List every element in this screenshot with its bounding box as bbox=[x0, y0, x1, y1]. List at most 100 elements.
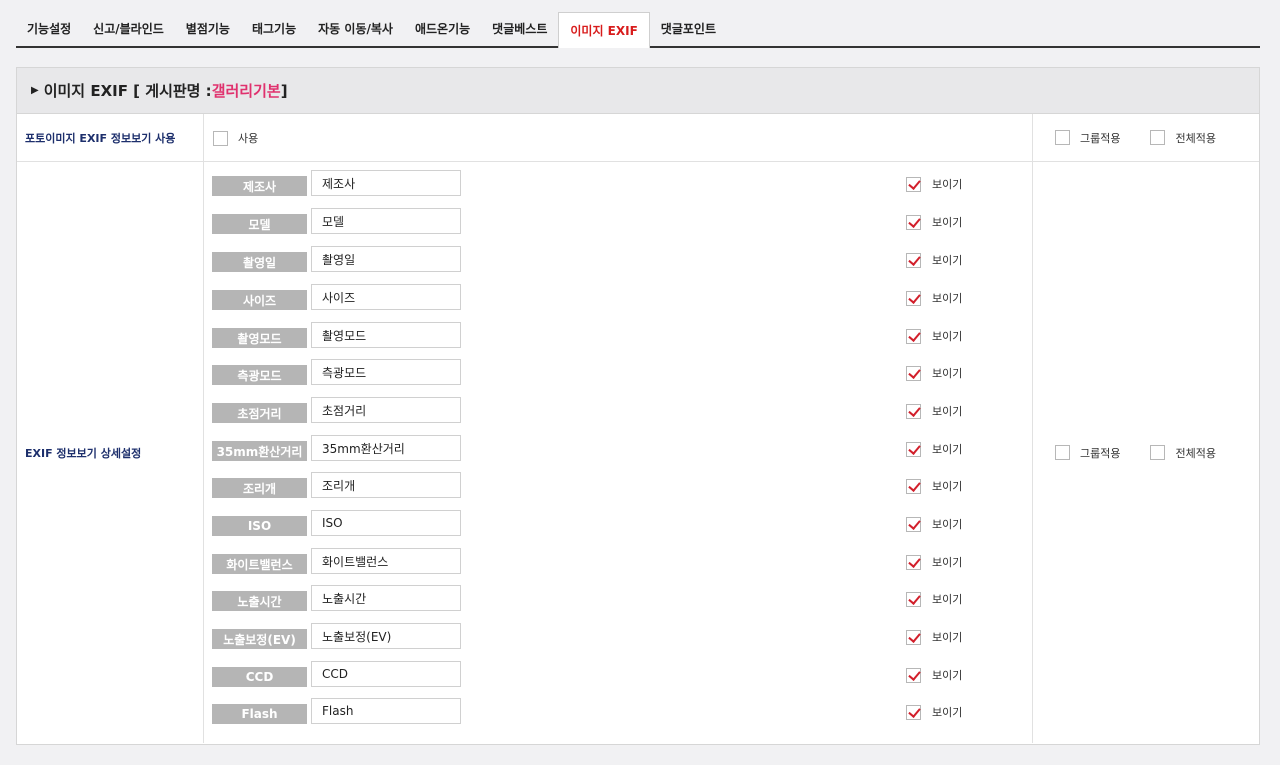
exif-show-option[interactable]: 보이기 bbox=[906, 290, 962, 306]
tab-comment-points[interactable]: 댓글포인트 bbox=[650, 12, 727, 46]
exif-show-checkbox[interactable] bbox=[906, 176, 921, 192]
exif-field-row: 촬영모드 보이기 bbox=[212, 322, 972, 348]
exif-show-label: 보이기 bbox=[932, 178, 963, 191]
exif-show-checkbox[interactable] bbox=[906, 629, 921, 645]
exif-field-input[interactable] bbox=[311, 322, 461, 348]
tab-image-exif[interactable]: 이미지 EXIF bbox=[558, 12, 650, 48]
exif-show-checkbox[interactable] bbox=[906, 667, 921, 683]
exif-show-option[interactable]: 보이기 bbox=[906, 328, 962, 344]
exif-show-checkbox[interactable] bbox=[906, 252, 921, 268]
exif-field-tag: 제조사 bbox=[212, 176, 307, 196]
exif-show-checkbox[interactable] bbox=[906, 441, 921, 457]
exif-field-input[interactable] bbox=[311, 435, 461, 461]
exif-show-checkbox[interactable] bbox=[906, 328, 921, 344]
exif-use-checkbox[interactable] bbox=[213, 130, 228, 146]
exif-field-input[interactable] bbox=[311, 284, 461, 310]
group-apply-label: 그룹적용 bbox=[1080, 446, 1121, 460]
tab-report-blind[interactable]: 신고/블라인드 bbox=[82, 12, 175, 46]
exif-field-list: 제조사 보이기 모델 보이기 촬영일 보이기 사이즈 보이기 촬영모드 bbox=[204, 162, 1033, 743]
exif-show-checkbox[interactable] bbox=[906, 516, 921, 532]
panel-title-prefix: 이미지 EXIF [ 게시판명 : bbox=[43, 82, 212, 100]
exif-detail-apply-cell: 그룹적용 전체적용 bbox=[1033, 162, 1259, 743]
exif-show-checkbox[interactable] bbox=[906, 365, 921, 381]
tab-feature-settings[interactable]: 기능설정 bbox=[16, 12, 82, 46]
exif-show-option[interactable]: 보이기 bbox=[906, 214, 962, 230]
exif-field-tag: Flash bbox=[212, 704, 307, 724]
exif-show-option[interactable]: 보이기 bbox=[906, 667, 962, 683]
all-apply-label: 전체적용 bbox=[1175, 131, 1216, 145]
exif-field-row: 촬영일 보이기 bbox=[212, 246, 972, 272]
panel-title-suffix: ] bbox=[280, 81, 288, 100]
exif-show-option[interactable]: 보이기 bbox=[906, 478, 962, 494]
exif-field-input[interactable] bbox=[311, 698, 461, 724]
exif-field-row: CCD 보이기 bbox=[212, 661, 972, 687]
exif-show-checkbox[interactable] bbox=[906, 290, 921, 306]
exif-field-tag: 촬영모드 bbox=[212, 328, 307, 348]
group-apply-option[interactable]: 그룹적용 bbox=[1055, 130, 1120, 146]
exif-field-row: 조리개 보이기 bbox=[212, 472, 972, 498]
exif-field-tag: 노출보정(EV) bbox=[212, 629, 307, 649]
exif-show-label: 보이기 bbox=[932, 480, 963, 493]
exif-field-row: ISO 보이기 bbox=[212, 510, 972, 536]
exif-show-option[interactable]: 보이기 bbox=[906, 252, 962, 268]
exif-show-label: 보이기 bbox=[932, 254, 963, 267]
tab-auto-move-copy[interactable]: 자동 이동/복사 bbox=[307, 12, 404, 46]
exif-use-label: 포토이미지 EXIF 정보보기 사용 bbox=[17, 114, 204, 161]
exif-field-input[interactable] bbox=[311, 359, 461, 385]
exif-settings-panel: ▶ 이미지 EXIF [ 게시판명 : 갤러리기본 ] 포토이미지 EXIF 정… bbox=[16, 67, 1260, 745]
all-apply-option[interactable]: 전체적용 bbox=[1150, 445, 1216, 461]
exif-field-tag: 조리개 bbox=[212, 478, 307, 498]
tab-star-rating[interactable]: 별점기능 bbox=[175, 12, 241, 46]
exif-field-row: 측광모드 보이기 bbox=[212, 359, 972, 385]
all-apply-checkbox[interactable] bbox=[1150, 445, 1166, 460]
exif-show-checkbox[interactable] bbox=[906, 478, 921, 494]
exif-field-tag: CCD bbox=[212, 667, 307, 687]
exif-field-input[interactable] bbox=[311, 585, 461, 611]
exif-field-row: 초점거리 보이기 bbox=[212, 397, 972, 423]
exif-field-row: 노출보정(EV) 보이기 bbox=[212, 623, 972, 649]
exif-field-input[interactable] bbox=[311, 208, 461, 234]
tab-tags[interactable]: 태그기능 bbox=[241, 12, 307, 46]
panel-title: ▶ 이미지 EXIF [ 게시판명 : 갤러리기본 ] bbox=[17, 68, 1259, 114]
exif-show-checkbox[interactable] bbox=[906, 554, 921, 570]
tab-comment-best[interactable]: 댓글베스트 bbox=[481, 12, 558, 46]
exif-show-option[interactable]: 보이기 bbox=[906, 176, 962, 192]
exif-field-input[interactable] bbox=[311, 397, 461, 423]
tab-addons[interactable]: 애드온기능 bbox=[404, 12, 481, 46]
exif-field-row: 제조사 보이기 bbox=[212, 170, 972, 196]
exif-use-option-label: 사용 bbox=[238, 132, 259, 145]
exif-show-checkbox[interactable] bbox=[906, 214, 921, 230]
exif-show-checkbox[interactable] bbox=[906, 591, 921, 607]
exif-field-tag: 사이즈 bbox=[212, 290, 307, 310]
exif-show-checkbox[interactable] bbox=[906, 704, 921, 720]
exif-field-input[interactable] bbox=[311, 623, 461, 649]
exif-field-input[interactable] bbox=[311, 548, 461, 574]
exif-show-option[interactable]: 보이기 bbox=[906, 629, 962, 645]
exif-field-input[interactable] bbox=[311, 472, 461, 498]
exif-detail-row: EXIF 정보보기 상세설정 제조사 보이기 모델 보이기 촬영일 보이기 사이… bbox=[17, 162, 1259, 743]
exif-field-tag: 화이트밸런스 bbox=[212, 554, 307, 574]
exif-field-input[interactable] bbox=[311, 661, 461, 687]
exif-show-label: 보이기 bbox=[932, 518, 963, 531]
exif-show-label: 보이기 bbox=[932, 405, 963, 418]
group-apply-checkbox[interactable] bbox=[1055, 445, 1070, 460]
exif-show-label: 보이기 bbox=[932, 669, 963, 682]
exif-show-option[interactable]: 보이기 bbox=[906, 516, 962, 532]
exif-field-tag: 초점거리 bbox=[212, 403, 307, 423]
exif-show-option[interactable]: 보이기 bbox=[906, 441, 962, 457]
exif-use-option[interactable]: 사용 bbox=[213, 130, 258, 146]
group-apply-checkbox[interactable] bbox=[1055, 130, 1070, 145]
exif-show-option[interactable]: 보이기 bbox=[906, 365, 962, 381]
exif-show-option[interactable]: 보이기 bbox=[906, 403, 962, 419]
exif-show-checkbox[interactable] bbox=[906, 403, 921, 419]
exif-field-input[interactable] bbox=[311, 170, 461, 196]
exif-field-input[interactable] bbox=[311, 510, 461, 536]
exif-field-input[interactable] bbox=[311, 246, 461, 272]
group-apply-option[interactable]: 그룹적용 bbox=[1055, 445, 1120, 461]
exif-show-option[interactable]: 보이기 bbox=[906, 554, 962, 570]
all-apply-checkbox[interactable] bbox=[1150, 130, 1166, 145]
exif-use-cell: 사용 bbox=[204, 114, 1033, 161]
all-apply-option[interactable]: 전체적용 bbox=[1150, 130, 1216, 146]
exif-show-option[interactable]: 보이기 bbox=[906, 704, 962, 720]
exif-show-option[interactable]: 보이기 bbox=[906, 591, 962, 607]
